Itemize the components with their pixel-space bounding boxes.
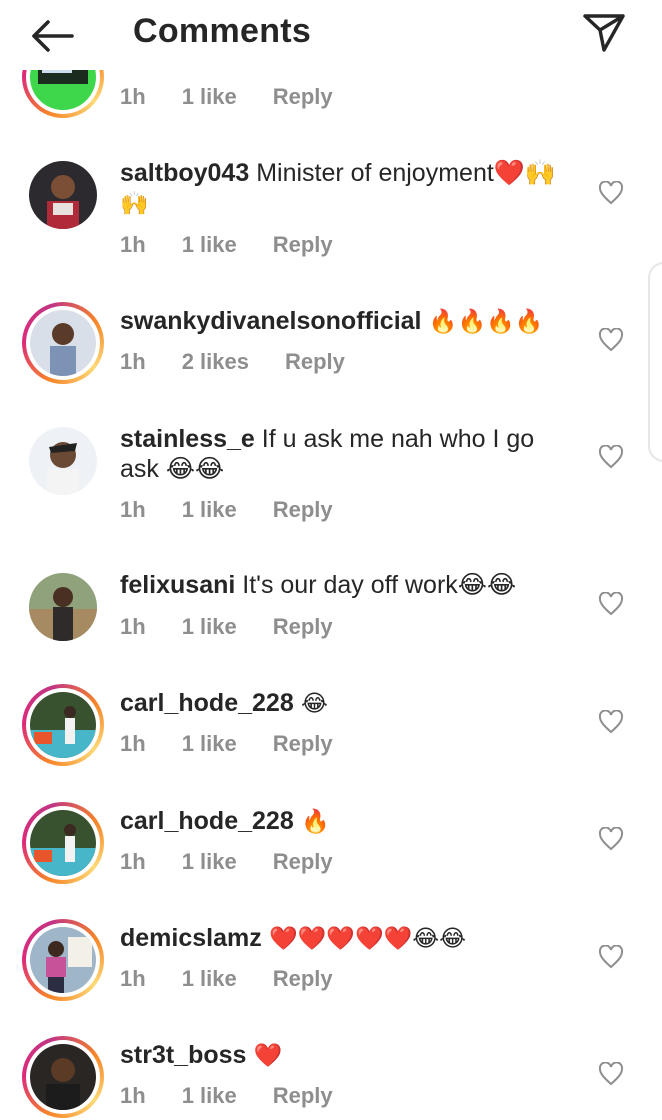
comment-time: 1h — [120, 731, 146, 756]
comment-body: 😂 — [293, 691, 328, 717]
comment-likes[interactable]: 1 like — [182, 1083, 237, 1109]
comment-username[interactable]: swankydivanelsonofficial — [120, 307, 422, 335]
heart-icon[interactable] — [598, 944, 624, 969]
avatar[interactable] — [22, 420, 104, 502]
comment-username[interactable]: carl_hode_228 — [120, 689, 294, 717]
comment-text: felixusani It's our day off work😂😂 — [120, 570, 570, 600]
comment-meta: 1h 2 likes Reply — [120, 349, 345, 375]
heart-icon[interactable] — [598, 444, 624, 469]
comment-body: ❤️❤️❤️❤️❤️😂😂 — [261, 926, 466, 952]
comment-body: It's our day off work😂😂 — [235, 571, 517, 599]
reply-button[interactable]: Reply — [273, 731, 333, 757]
heart-icon[interactable] — [598, 709, 624, 734]
comment-username[interactable]: carl_hode_228 — [120, 807, 294, 835]
comment-text: stainless_e If u ask me nah who I go ask … — [120, 424, 570, 484]
avatar[interactable] — [22, 302, 104, 384]
comment-meta: 1h 1 like Reply — [120, 1083, 333, 1109]
comment-time: 1h — [120, 84, 146, 109]
reply-button[interactable]: Reply — [273, 614, 333, 640]
comment-body: ❤️ — [246, 1043, 283, 1069]
comment-username[interactable]: felixusani — [120, 571, 235, 599]
comment-text: carl_hode_228 😂 — [120, 688, 570, 719]
comment-time: 1h — [120, 349, 146, 374]
comment-meta: 1h 1 like Reply — [120, 731, 333, 757]
comment-text: saltboy043 Minister of enjoyment❤️🙌 🙌 — [120, 158, 570, 219]
comment-meta: 1h 1 like Reply — [120, 614, 333, 640]
comment-body: Minister of enjoyment❤️🙌 — [249, 159, 557, 187]
comment-username[interactable]: demicslamz — [120, 924, 262, 952]
comment-body: If u ask me nah who I go — [254, 425, 535, 453]
reply-button[interactable]: Reply — [273, 497, 333, 523]
comment-username[interactable]: stainless_e — [120, 425, 255, 453]
comment-text: swankydivanelsonofficial 🔥🔥🔥🔥 — [120, 306, 570, 337]
header-bar: Comments — [0, 0, 662, 70]
comment-body: 🔥 — [293, 809, 330, 835]
page-title: Comments — [133, 12, 312, 50]
comment-text: str3t_boss ❤️ — [120, 1040, 570, 1071]
comment-meta: 1h 1 like Reply — [120, 849, 333, 875]
comment-time: 1h — [120, 1083, 146, 1108]
comment-username[interactable]: saltboy043 — [120, 159, 249, 187]
comment-meta: 1h 1 like Reply — [120, 497, 333, 523]
comment-time: 1h — [120, 497, 146, 522]
avatar[interactable] — [22, 154, 104, 236]
back-arrow-icon[interactable] — [28, 16, 76, 56]
paper-plane-icon[interactable] — [582, 10, 626, 54]
avatar[interactable] — [22, 566, 104, 648]
comment-username[interactable]: str3t_boss — [120, 1041, 246, 1069]
reply-button[interactable]: Reply — [273, 84, 333, 110]
reply-button[interactable]: Reply — [285, 349, 345, 375]
reply-button[interactable]: Reply — [273, 1083, 333, 1109]
comment-meta: 1h 1 like Reply — [120, 232, 333, 258]
heart-icon[interactable] — [598, 1061, 624, 1086]
comment-likes[interactable]: 1 like — [182, 232, 237, 258]
comment-time: 1h — [120, 232, 146, 257]
comment-meta: 1h 1 like Reply — [120, 84, 333, 110]
comment-body: 🔥🔥🔥🔥 — [421, 309, 544, 335]
edge-panel-handle[interactable] — [648, 262, 662, 462]
avatar[interactable] — [22, 1036, 104, 1118]
avatar[interactable] — [22, 684, 104, 766]
comment-likes[interactable]: 1 like — [182, 614, 237, 640]
comment-body-line2: 🙌 — [120, 191, 149, 217]
comment-likes[interactable]: 1 like — [182, 84, 237, 110]
heart-icon[interactable] — [598, 327, 624, 352]
avatar[interactable] — [22, 919, 104, 1001]
heart-icon[interactable] — [598, 180, 624, 205]
reply-button[interactable]: Reply — [273, 232, 333, 258]
comment-text: carl_hode_228 🔥 — [120, 806, 570, 837]
comment-time: 1h — [120, 614, 146, 639]
heart-icon[interactable] — [598, 591, 624, 616]
reply-button[interactable]: Reply — [273, 849, 333, 875]
comment-likes[interactable]: 2 likes — [182, 349, 249, 375]
comment-likes[interactable]: 1 like — [182, 497, 237, 523]
comment-time: 1h — [120, 849, 146, 874]
heart-icon[interactable] — [598, 826, 624, 851]
comment-body-line2: ask 😂😂 — [120, 455, 225, 483]
comment-likes[interactable]: 1 like — [182, 731, 237, 757]
comment-text: demicslamz ❤️❤️❤️❤️❤️😂😂 — [120, 923, 570, 954]
comment-likes[interactable]: 1 like — [182, 966, 237, 992]
comment-likes[interactable]: 1 like — [182, 849, 237, 875]
comment-time: 1h — [120, 966, 146, 991]
comment-meta: 1h 1 like Reply — [120, 966, 333, 992]
reply-button[interactable]: Reply — [273, 966, 333, 992]
avatar[interactable] — [22, 802, 104, 884]
